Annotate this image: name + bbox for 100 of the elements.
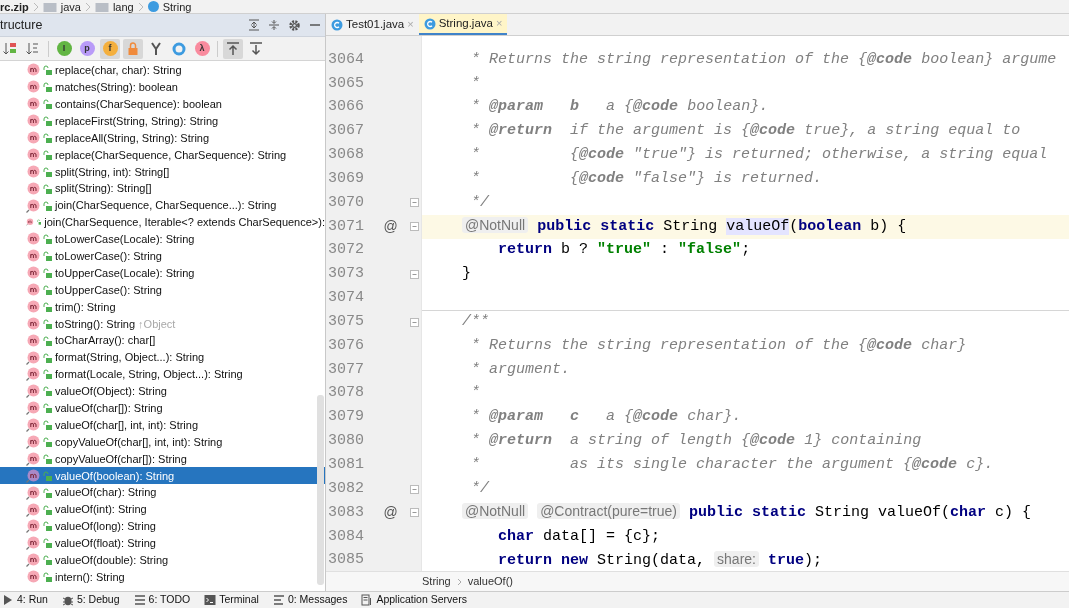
breadcrumb-item[interactable]: java bbox=[60, 0, 81, 13]
tree-item[interactable]: join(CharSequence, Iterable<? extends CharSequence>): bbox=[0, 214, 325, 231]
gutter-marker[interactable]: @ bbox=[383, 504, 398, 521]
fold-icon[interactable] bbox=[409, 317, 419, 327]
expand-all-icon[interactable] bbox=[248, 19, 260, 31]
tool-window-button[interactable]: Terminal bbox=[204, 592, 259, 608]
line-number: 3081 bbox=[327, 455, 365, 475]
line-number: 3082 bbox=[327, 478, 365, 499]
fold-icon[interactable] bbox=[409, 508, 419, 518]
unlock-icon bbox=[43, 166, 52, 177]
code-line: return b ? "true" : "false"; bbox=[497, 240, 751, 261]
fold-icon[interactable] bbox=[409, 270, 419, 279]
code-line: * {@code "false"} is returned. bbox=[470, 168, 823, 189]
class-icon bbox=[423, 17, 436, 30]
breadcrumb-item[interactable]: lang bbox=[112, 0, 134, 13]
code-line: * argument. bbox=[470, 359, 571, 380]
editor-tab[interactable]: String.java × bbox=[418, 14, 508, 35]
line-number: 3075 bbox=[327, 311, 365, 332]
panel-title: tructure bbox=[0, 16, 44, 34]
breadcrumb-item[interactable]: valueOf() bbox=[467, 573, 513, 590]
unlock-icon bbox=[43, 149, 52, 160]
unlock-icon bbox=[43, 555, 52, 566]
code-line: * {@code "true"} is returned; otherwise, a string equal bbox=[470, 145, 1048, 166]
code-line: */ bbox=[470, 478, 490, 499]
tree-item[interactable]: valueOf(char): String bbox=[0, 484, 325, 502]
bug-icon bbox=[61, 594, 74, 606]
tree-item[interactable]: valueOf(char[], int, int): String bbox=[0, 416, 325, 434]
unlock-icon bbox=[36, 217, 42, 228]
line-number: 3074 bbox=[327, 288, 365, 309]
unlock-icon bbox=[43, 403, 52, 414]
breadcrumb-item[interactable]: String bbox=[422, 573, 451, 590]
tree-item[interactable]: format(Locale, String, Object...): String bbox=[0, 366, 325, 383]
tree-item[interactable]: valueOf(int): String bbox=[0, 501, 325, 519]
tree-item[interactable]: toLowerCase(): String bbox=[0, 247, 325, 265]
tree-item[interactable]: valueOf(long): String bbox=[0, 518, 325, 535]
tool-window-button[interactable]: 4: Run bbox=[2, 592, 48, 608]
unlock-icon bbox=[43, 538, 52, 549]
tree-item[interactable]: replace(char, char): String bbox=[0, 62, 325, 79]
unlock-icon bbox=[43, 116, 52, 127]
tree-item[interactable]: split(String, int): String[] bbox=[0, 163, 325, 181]
tree-item[interactable]: replaceFirst(String, String): String bbox=[0, 112, 325, 130]
autoscroll-icon[interactable] bbox=[223, 38, 243, 59]
line-number: 3067 bbox=[327, 121, 365, 142]
breadcrumb-item[interactable]: String bbox=[162, 0, 192, 13]
messages-icon bbox=[272, 594, 285, 606]
chevron-icon bbox=[84, 1, 91, 12]
tool-window-button[interactable]: 5: Debug bbox=[61, 592, 120, 608]
tree-item[interactable]: toCharArray(): char[] bbox=[0, 332, 325, 350]
line-number: 3066 bbox=[327, 97, 365, 118]
line-number: 3084 bbox=[327, 526, 365, 547]
tree-item[interactable]: trim(): String bbox=[0, 298, 325, 316]
tree-item[interactable]: copyValueOf(char[]): String bbox=[0, 450, 325, 468]
unlock-icon bbox=[43, 301, 52, 312]
fold-icon[interactable] bbox=[409, 484, 419, 494]
tree-item[interactable]: valueOf(boolean): String bbox=[0, 467, 325, 485]
class-icon bbox=[331, 18, 343, 31]
unlock-icon bbox=[43, 420, 52, 431]
archive-crumb[interactable]: rc.zip bbox=[0, 0, 29, 13]
tree-item[interactable]: valueOf(float): String bbox=[0, 534, 325, 552]
tool-window-button[interactable]: 0: Messages bbox=[272, 592, 348, 608]
servers-icon bbox=[361, 594, 374, 606]
line-number: 3080 bbox=[327, 431, 365, 452]
tree-item[interactable]: replace(CharSequence, CharSequence): String bbox=[0, 146, 325, 164]
tree-item[interactable]: split(String): String[] bbox=[0, 180, 325, 198]
chevron-icon bbox=[456, 577, 462, 586]
line-number: 3083 bbox=[327, 502, 365, 523]
line-number: 3072 bbox=[327, 240, 365, 261]
editor-tab[interactable]: Test01.java × bbox=[326, 14, 419, 35]
tree-item[interactable]: matches(String): boolean bbox=[0, 78, 325, 96]
tree-item[interactable]: replaceAll(String, String): String bbox=[0, 129, 325, 147]
tree-item[interactable]: intern(): String bbox=[0, 568, 325, 586]
run-icon bbox=[2, 594, 14, 606]
tree-item[interactable]: toUpperCase(Locale): String bbox=[0, 264, 325, 282]
scrollbar-thumb[interactable] bbox=[317, 395, 324, 585]
tree-item[interactable]: toLowerCase(Locale): String bbox=[0, 230, 325, 248]
line-number: 3065 bbox=[327, 73, 365, 94]
fold-icon[interactable] bbox=[409, 222, 419, 232]
code-line: * @param c a {@code char}. bbox=[470, 407, 742, 428]
unlock-icon bbox=[43, 183, 52, 194]
unlock-icon bbox=[43, 352, 52, 363]
tree-item[interactable]: valueOf(char[]): String bbox=[0, 399, 325, 417]
fold-icon[interactable] bbox=[409, 198, 419, 208]
tree-item[interactable]: join(CharSequence, CharSequence...): String bbox=[0, 197, 325, 214]
tree-item[interactable]: toString(): String ↑Object bbox=[0, 315, 325, 333]
unlock-icon bbox=[43, 369, 52, 380]
line-number: 3064 bbox=[327, 49, 365, 70]
unlock-icon bbox=[43, 572, 52, 583]
tool-window-button[interactable]: Application Servers bbox=[361, 592, 467, 608]
tree-item[interactable]: toUpperCase(): String bbox=[0, 281, 325, 299]
settings-icon[interactable] bbox=[288, 18, 301, 32]
tool-window-button[interactable]: 6: TODO bbox=[133, 592, 191, 608]
unlock-icon bbox=[43, 453, 52, 464]
tree-item[interactable]: valueOf(double): String bbox=[0, 551, 325, 569]
tree-item[interactable]: contains(CharSequence): boolean bbox=[0, 95, 325, 113]
tree-item[interactable]: format(String, Object...): String bbox=[0, 349, 325, 367]
tree-item[interactable]: valueOf(Object): String bbox=[0, 382, 325, 400]
line-number: 3077 bbox=[327, 359, 365, 380]
gutter-marker[interactable]: @ bbox=[383, 218, 398, 235]
tree-item[interactable]: copyValueOf(char[], int, int): String bbox=[0, 433, 325, 451]
collapse-all-icon[interactable] bbox=[268, 19, 280, 31]
